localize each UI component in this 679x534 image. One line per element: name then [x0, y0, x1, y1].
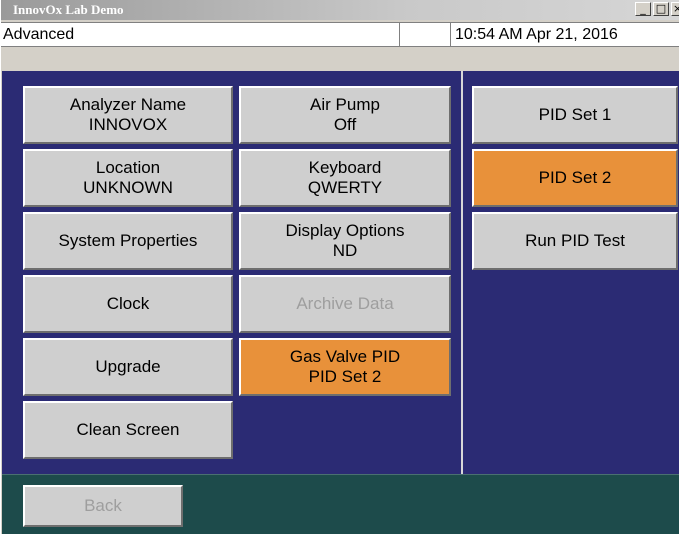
location-value: UNKNOWN [83, 178, 173, 197]
location-button[interactable]: Location UNKNOWN [23, 149, 233, 207]
clock-button[interactable]: Clock [23, 275, 233, 333]
upgrade-button[interactable]: Upgrade [23, 338, 233, 396]
air-pump-value: Off [333, 115, 357, 134]
pid-set-2-button[interactable]: PID Set 2 [472, 149, 678, 207]
close-icon[interactable]: × [671, 2, 679, 16]
back-button[interactable]: Back [23, 485, 183, 527]
pid-set-1-button[interactable]: PID Set 1 [472, 86, 678, 144]
maximize-icon[interactable]: □ [653, 2, 669, 16]
run-pid-test-button[interactable]: Run PID Test [472, 212, 678, 270]
panel-divider [461, 71, 463, 474]
air-pump-button[interactable]: Air Pump Off [239, 86, 451, 144]
app-window: InnovOx Lab Demo _ □ × Advanced 10:54 AM… [0, 0, 679, 534]
clean-screen-label: Clean Screen [76, 420, 180, 439]
pid-set-1-label: PID Set 1 [538, 105, 612, 124]
analyzer-name-button[interactable]: Analyzer Name INNOVOX [23, 86, 233, 144]
system-properties-label: System Properties [58, 231, 198, 250]
analyzer-name-value: INNOVOX [88, 115, 168, 134]
upgrade-label: Upgrade [95, 357, 161, 376]
page-title: Advanced [3, 26, 75, 43]
clock-readout: 10:54 AM Apr 21, 2016 [455, 26, 618, 43]
window-title: InnovOx Lab Demo [13, 2, 124, 17]
gas-valve-pid-label: Gas Valve PID [289, 347, 401, 366]
archive-data-label: Archive Data [296, 294, 394, 313]
pid-set-2-label: PID Set 2 [538, 168, 612, 187]
analyzer-name-label: Analyzer Name [69, 95, 187, 114]
gas-valve-pid-button[interactable]: Gas Valve PID PID Set 2 [239, 338, 451, 396]
gas-valve-pid-value: PID Set 2 [308, 367, 382, 386]
status-middle-cell [399, 23, 451, 46]
run-pid-test-label: Run PID Test [525, 231, 625, 250]
display-options-label: Display Options [285, 221, 405, 240]
air-pump-label: Air Pump [310, 95, 380, 114]
system-properties-button[interactable]: System Properties [23, 212, 233, 270]
window-controls: _ □ × [635, 2, 679, 16]
clean-screen-button[interactable]: Clean Screen [23, 401, 233, 459]
display-options-value: ND [332, 241, 358, 260]
archive-data-button[interactable]: Archive Data [239, 275, 451, 333]
minimize-icon[interactable]: _ [635, 2, 651, 16]
keyboard-label: Keyboard [308, 158, 382, 177]
title-bar: InnovOx Lab Demo _ □ × [1, 0, 679, 20]
keyboard-button[interactable]: Keyboard QWERTY [239, 149, 451, 207]
status-bar: Advanced 10:54 AM Apr 21, 2016 [1, 22, 679, 47]
display-options-button[interactable]: Display Options ND [239, 212, 451, 270]
keyboard-value: QWERTY [307, 178, 383, 197]
clock-label: Clock [106, 294, 150, 313]
location-label: Location [95, 158, 161, 177]
